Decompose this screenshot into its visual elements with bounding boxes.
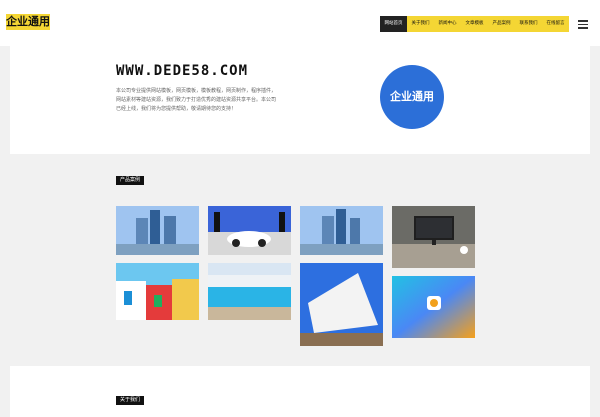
product-thumb-app-icon-gradient[interactable]	[392, 276, 475, 338]
hero-title: WWW.DEDE58.COM	[116, 63, 249, 79]
logo[interactable]: 企业通用	[6, 14, 50, 30]
nav-contact[interactable]: 联系我们	[515, 16, 542, 32]
nav-about[interactable]: 关于我们	[407, 16, 434, 32]
nav-products[interactable]: 产品案例	[488, 16, 515, 32]
product-thumb-white-modern-building[interactable]	[300, 263, 383, 346]
nav-article-template[interactable]: 文章模板	[461, 16, 488, 32]
hamburger-icon[interactable]	[578, 18, 588, 29]
nav-news[interactable]: 新闻中心	[434, 16, 461, 32]
hero-circle-badge[interactable]: 企业通用	[380, 65, 444, 129]
top-bar: 企业通用 网站首页 关于我们 新闻中心 文章模板 产品案例 联系我们 在线留言	[0, 0, 600, 46]
product-thumb-tall-buildings-2[interactable]	[300, 206, 383, 255]
product-thumb-resort-pool[interactable]	[208, 263, 291, 320]
about-section	[10, 366, 590, 417]
product-thumb-desk-monitor[interactable]	[392, 206, 475, 268]
products-grid	[116, 206, 476, 346]
main-nav: 网站首页 关于我们 新闻中心 文章模板 产品案例 联系我们 在线留言	[380, 16, 569, 32]
about-section-label: 关于我们	[116, 396, 145, 405]
product-thumb-colorful-houses[interactable]	[116, 263, 199, 320]
hero-section: WWW.DEDE58.COM 本公司专业提供网站模板，网页模板，模板教程，网页制…	[10, 46, 590, 154]
nav-home[interactable]: 网站首页	[380, 16, 407, 32]
products-section-label: 产品案例	[116, 176, 145, 185]
product-thumb-tall-buildings-1[interactable]	[116, 206, 199, 255]
nav-message[interactable]: 在线留言	[542, 16, 569, 32]
product-thumb-white-sports-car[interactable]	[208, 206, 291, 255]
hero-description: 本公司专业提供网站模板，网页模板，模板教程，网页制作，程序插件，网站素材等建站资…	[116, 88, 277, 112]
